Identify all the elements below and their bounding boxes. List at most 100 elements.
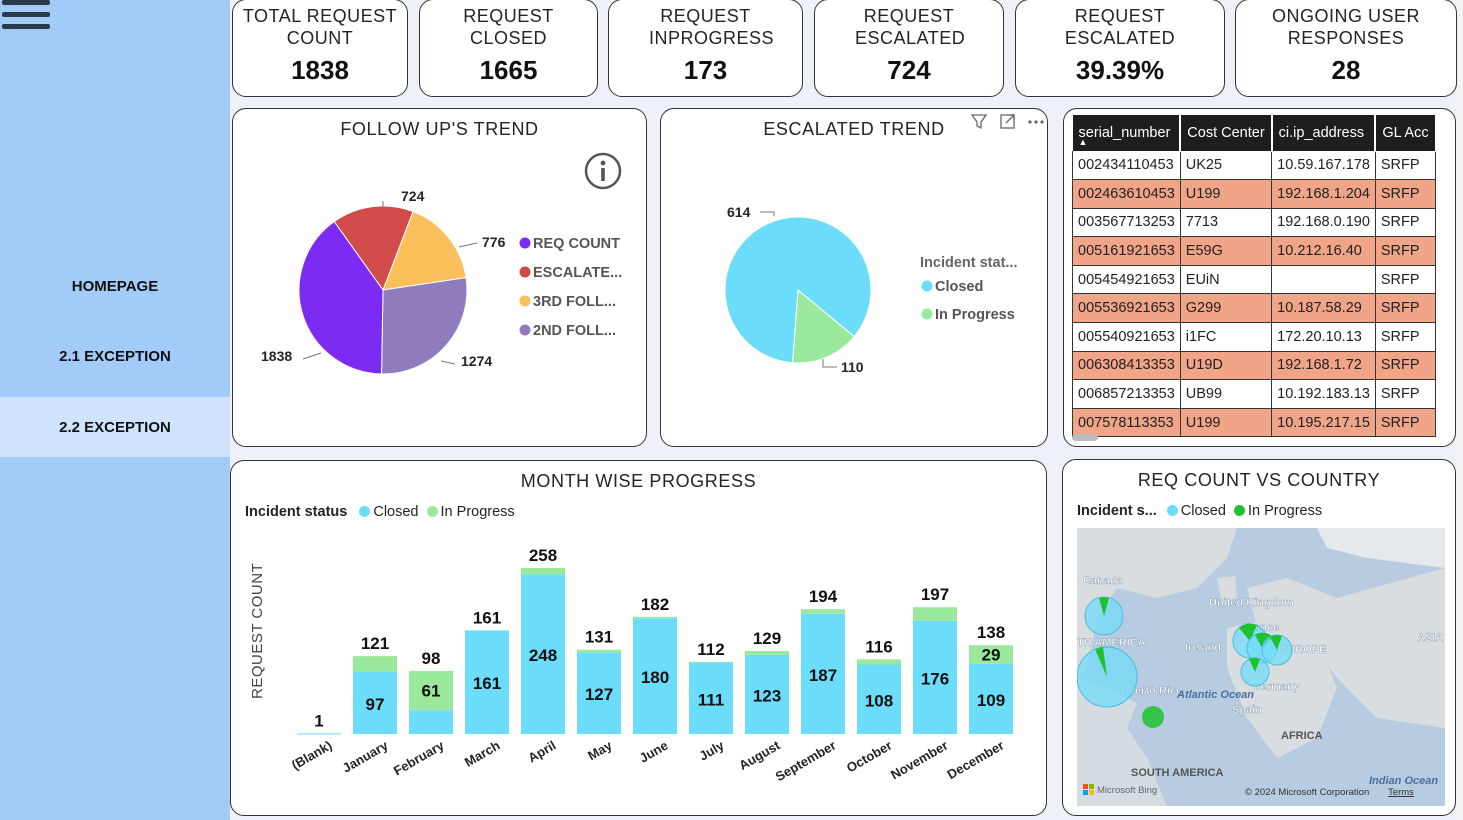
bar-in-progress bbox=[801, 609, 845, 614]
sort-ascending-icon: ▲ bbox=[1078, 137, 1088, 148]
kpi-label: REQUEST INPROGRESS bbox=[649, 6, 775, 48]
month-bar-chart: REQUEST COUNT 1 (Blank) 121 97 January 98 61 Feb… bbox=[249, 546, 1013, 784]
bar-in-progress-label: 29 bbox=[982, 646, 1001, 665]
legend-dot bbox=[519, 237, 531, 249]
table-cell: 005454921653 bbox=[1072, 264, 1181, 295]
table-cell: 002434110453 bbox=[1072, 150, 1181, 181]
pie-data-label: 110 bbox=[841, 359, 864, 375]
pie-leader-line bbox=[440, 360, 456, 365]
kpi-label: REQUEST ESCALATED bbox=[855, 6, 966, 48]
map-label: SOUTH AMERICA bbox=[1131, 767, 1224, 779]
serial-table-card: serial_number ▲ Cost Center ci.ip_address GL… bbox=[1063, 108, 1456, 447]
legend-label: ESCALATE... bbox=[533, 265, 622, 281]
column-header[interactable]: serial_number ▲ bbox=[1072, 115, 1182, 151]
table-cell bbox=[1271, 264, 1376, 295]
table-cell: 005161921653 bbox=[1072, 236, 1181, 266]
legend-closed-dot bbox=[1166, 505, 1178, 516]
table-cell: 172.20.10.13 bbox=[1271, 322, 1376, 352]
bar-closed-label: 123 bbox=[753, 686, 781, 705]
report-canvas: TOTAL REQUEST COUNT 1838 REQUEST CLOSED … bbox=[230, 0, 1463, 820]
followup-pie-chart: 724 776 1274 1838 REQ COUNT ESCALATE... 3RD FO… bbox=[261, 188, 622, 375]
x-tick-label: October bbox=[844, 738, 895, 776]
nav-item-2-1-exception[interactable]: 2.1 EXCEPTION bbox=[0, 326, 230, 386]
bar-in-progress bbox=[745, 651, 789, 655]
bar-in-progress bbox=[353, 656, 397, 672]
legend-dot bbox=[921, 280, 933, 292]
table-row[interactable]: 006857213353 UB99 10.192.183.13 SRFP bbox=[1072, 379, 1437, 409]
column-header[interactable]: Cost Center bbox=[1180, 115, 1273, 151]
hamburger-menu-icon[interactable] bbox=[2, 0, 50, 38]
map-label: AFRICA bbox=[1281, 730, 1323, 742]
table-row[interactable]: 005454921653 EUiN SRFP bbox=[1072, 264, 1437, 295]
kpi-value: 39.39% bbox=[1075, 55, 1165, 85]
nav-item-homepage[interactable]: HOMEPAGE bbox=[0, 256, 230, 316]
table-row[interactable]: 005161921653 E59G 10.212.16.40 SRFP bbox=[1072, 236, 1437, 266]
escalated-pie-chart: 614 110 Incident stat... Closed In Progress bbox=[724, 204, 1018, 375]
table-cell: E59G bbox=[1179, 236, 1273, 266]
table-cell: 7713 bbox=[1179, 207, 1273, 238]
pie-leader-line bbox=[302, 352, 322, 360]
table-row[interactable]: 007578113353 U199 10.195.217.15 SRFP bbox=[1072, 407, 1437, 438]
table-row[interactable]: 002463610453 U199 192.168.1.204 SRFP bbox=[1072, 179, 1437, 209]
table-cell: 10.59.167.178 bbox=[1271, 150, 1376, 181]
table-cell: 005540921653 bbox=[1072, 322, 1181, 352]
nav-item-2-2-exception[interactable]: 2.2 EXCEPTION bbox=[0, 397, 230, 457]
kpi-value: 28 bbox=[1331, 55, 1361, 85]
month-wise-progress-card: MONTH WISE PROGRESS Incident status Clos… bbox=[230, 460, 1047, 816]
table-cell: SRFP bbox=[1374, 207, 1437, 238]
pie-data-label: 776 bbox=[482, 234, 506, 250]
table-cell: 002463610453 bbox=[1072, 179, 1181, 209]
map-label: Spain bbox=[1232, 704, 1262, 716]
page-scrollbar[interactable] bbox=[1458, 0, 1463, 820]
legend-inprogress-label[interactable]: In Progress bbox=[1248, 503, 1322, 519]
x-tick-label: July bbox=[696, 737, 727, 763]
column-header[interactable]: ci.ip_address bbox=[1271, 115, 1377, 151]
table-cell: 192.168.0.190 bbox=[1271, 207, 1376, 238]
column-header[interactable]: GL Acc bbox=[1375, 115, 1437, 151]
legend-dot bbox=[519, 295, 531, 307]
kpi-value: 1838 bbox=[291, 55, 349, 85]
map-label: ASIA bbox=[1417, 632, 1443, 644]
bar-closed bbox=[409, 710, 453, 734]
legend-closed-label[interactable]: Closed bbox=[1181, 503, 1226, 519]
legend-label: 3RD FOLL... bbox=[533, 294, 616, 310]
bar-in-progress bbox=[913, 607, 957, 621]
table-cell: 192.168.1.72 bbox=[1271, 350, 1376, 381]
bar-total-label: 194 bbox=[809, 587, 838, 606]
map-terms-link[interactable]: Terms bbox=[1388, 787, 1414, 798]
kpi-value: 1665 bbox=[479, 55, 538, 85]
kpi-request-escalated: REQUEST ESCALATED 724 bbox=[814, 0, 1004, 97]
table-row[interactable]: 005536921653 G299 10.187.58.29 SRFP bbox=[1072, 293, 1437, 324]
table-row[interactable]: 003567713253 7713 192.168.0.190 SRFP bbox=[1072, 207, 1437, 238]
bar-closed-label: 176 bbox=[921, 669, 949, 688]
legend-label: 2ND FOLL... bbox=[533, 323, 616, 339]
table-cell: SRFP bbox=[1374, 407, 1437, 438]
legend-label: In Progress bbox=[935, 307, 1015, 323]
table-cell: SRFP bbox=[1374, 322, 1437, 352]
pie-leader-line bbox=[822, 359, 837, 368]
x-tick-label: April bbox=[525, 738, 558, 766]
bar-total-label: 138 bbox=[977, 623, 1005, 642]
map-label: Atlantic Ocean bbox=[1176, 689, 1254, 701]
map-label: Indian Ocean bbox=[1369, 775, 1438, 787]
world-map[interactable]: Canada United Kingdom France TH AMERICA … bbox=[1077, 528, 1445, 806]
bar-closed-label: 108 bbox=[865, 691, 893, 710]
table-row[interactable]: 006308413353 U19D 192.168.1.72 SRFP bbox=[1072, 350, 1437, 381]
table-cell: 006308413353 bbox=[1072, 350, 1181, 381]
legend-inprogress-dot bbox=[1233, 505, 1245, 516]
bar-closed-label: 97 bbox=[366, 695, 385, 714]
table-cell: SRFP bbox=[1374, 236, 1437, 266]
table-row[interactable]: 005540921653 i1FC 172.20.10.13 SRFP bbox=[1072, 322, 1437, 352]
map-copyright: © 2024 Microsoft Corporation bbox=[1245, 787, 1369, 798]
bar-closed-label: 161 bbox=[473, 674, 501, 693]
table-cell: EUiN bbox=[1179, 264, 1273, 295]
table-cell: SRFP bbox=[1374, 179, 1437, 209]
table-row[interactable]: 002434110453 UK25 10.59.167.178 SRFP bbox=[1072, 150, 1437, 181]
kpi-value: 173 bbox=[683, 55, 728, 85]
table-cell: SRFP bbox=[1374, 379, 1437, 409]
bar-in-progress bbox=[521, 568, 565, 575]
bar-total-label: 129 bbox=[753, 629, 781, 648]
bar-in-progress bbox=[633, 616, 677, 619]
data-table[interactable]: serial_number ▲ Cost Center ci.ip_address GL… bbox=[1072, 115, 1444, 447]
horizontal-scrollbar[interactable] bbox=[1072, 434, 1098, 441]
